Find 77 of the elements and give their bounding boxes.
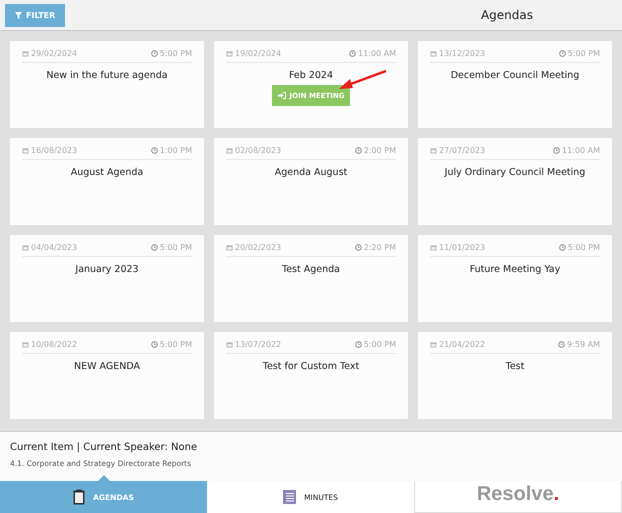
agenda-time: 9:59 AM <box>567 340 600 349</box>
clock-icon <box>558 50 566 57</box>
agenda-title: Feb 2024 <box>288 70 334 81</box>
agenda-date: 10/08/2022 <box>31 340 78 349</box>
calendar-icon <box>430 244 437 251</box>
agenda-date: 13/12/2023 <box>439 49 486 58</box>
page-title: Agendas <box>480 8 533 22</box>
agenda-card[interactable]: 27/07/2023 11:00 AM July Ordinary Council Meeting <box>418 138 612 225</box>
agenda-date: 02/08/2023 <box>235 146 282 155</box>
agenda-card[interactable]: 11/01/2023 5:00 PM Future Meeting Yay <box>418 235 612 322</box>
calendar-icon <box>226 50 233 57</box>
agenda-title: December Council Meeting <box>450 70 580 81</box>
calendar-icon <box>430 341 437 348</box>
agenda-title: August Agenda <box>70 167 144 178</box>
agenda-time: 5:00 PM <box>364 340 396 349</box>
agenda-date: 11/01/2023 <box>439 243 486 252</box>
agenda-title: Test <box>506 361 524 372</box>
agenda-title: Future Meeting Yay <box>470 264 560 275</box>
calendar-icon <box>22 341 29 348</box>
agenda-title: July Ordinary Council Meeting <box>444 167 586 178</box>
agenda-card[interactable]: 20/02/2023 2:20 PM Test Agenda <box>214 235 408 322</box>
agenda-time: 1:00 PM <box>160 146 192 155</box>
calendar-icon <box>226 244 233 251</box>
agenda-time: 2:20 PM <box>364 243 396 252</box>
document-list-icon <box>283 490 296 504</box>
agenda-title: New in the future agenda <box>46 70 168 81</box>
clock-icon <box>354 147 362 154</box>
calendar-icon <box>22 244 29 251</box>
agenda-time: 5:00 PM <box>160 340 192 349</box>
agenda-card[interactable]: 13/07/2022 5:00 PM Test for Custom Text <box>214 332 408 419</box>
agenda-time: 5:00 PM <box>568 243 600 252</box>
agenda-card[interactable]: 21/04/2022 9:59 AM Test <box>418 332 612 419</box>
filter-icon <box>15 12 22 18</box>
agenda-title: Test for Custom Text <box>262 361 360 372</box>
agenda-time: 5:00 PM <box>568 49 600 58</box>
sign-in-icon <box>278 92 286 99</box>
clock-icon <box>558 244 566 251</box>
calendar-icon <box>430 147 437 154</box>
calendar-icon <box>226 341 233 348</box>
clock-icon <box>349 50 356 57</box>
clock-icon <box>354 341 362 348</box>
clock-icon <box>150 147 158 154</box>
agenda-date: 27/07/2023 <box>439 146 486 155</box>
calendar-icon <box>226 147 233 154</box>
agenda-card[interactable]: 29/02/2024 5:00 PM New in the future agenda <box>10 41 204 128</box>
agenda-title: Agenda August <box>274 167 348 178</box>
agenda-time: 11:00 AM <box>562 146 600 155</box>
clock-icon <box>150 341 158 348</box>
agenda-card[interactable]: 16/08/2023 1:00 PM August Agenda <box>10 138 204 225</box>
clock-icon <box>558 341 566 348</box>
agenda-time: 11:00 AM <box>358 49 396 58</box>
agenda-date: 19/02/2024 <box>235 49 282 58</box>
agenda-date: 04/04/2023 <box>31 243 78 252</box>
agenda-card[interactable]: 02/08/2023 2:00 PM Agenda August <box>214 138 408 225</box>
calendar-icon <box>22 50 29 57</box>
agenda-card[interactable]: 04/04/2023 5:00 PM January 2023 <box>10 235 204 322</box>
calendar-icon <box>22 147 29 154</box>
agenda-date: 13/07/2022 <box>235 340 282 349</box>
agenda-title: January 2023 <box>75 264 139 275</box>
clock-icon <box>150 50 158 57</box>
agenda-time: 5:00 PM <box>160 49 192 58</box>
agenda-date: 21/04/2022 <box>439 340 486 349</box>
clock-icon <box>354 244 362 251</box>
agenda-time: 5:00 PM <box>160 243 192 252</box>
agenda-date: 29/02/2024 <box>31 49 78 58</box>
agenda-title: Test Agenda <box>282 264 340 275</box>
agenda-time: 2:00 PM <box>364 146 396 155</box>
clock-icon <box>150 244 158 251</box>
clock-icon <box>553 147 560 154</box>
calendar-icon <box>430 50 437 57</box>
agenda-date: 20/02/2023 <box>235 243 282 252</box>
agenda-card[interactable]: 10/08/2022 5:00 PM NEW AGENDA <box>10 332 204 419</box>
current-item-heading: Current Item | Current Speaker: None <box>10 442 198 453</box>
agenda-title: NEW AGENDA <box>74 361 140 372</box>
agenda-card[interactable]: 13/12/2023 5:00 PM December Council Meeting <box>418 41 612 128</box>
clipboard-icon <box>73 489 86 505</box>
agenda-date: 16/08/2023 <box>31 146 78 155</box>
